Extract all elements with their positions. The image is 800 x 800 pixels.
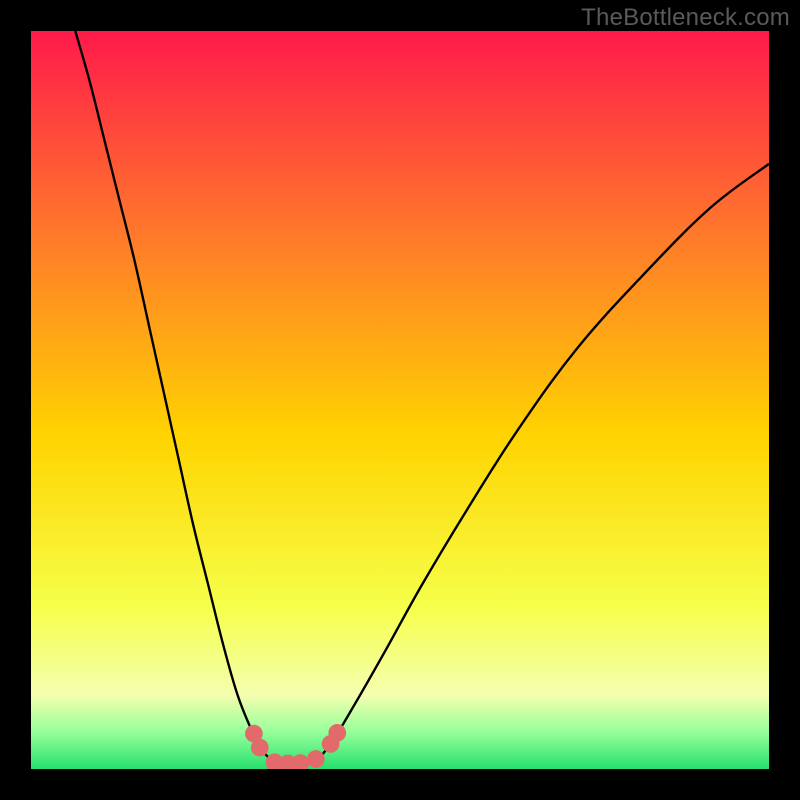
curve-marker xyxy=(328,724,346,742)
chart-frame: TheBottleneck.com xyxy=(0,0,800,800)
plot-area xyxy=(31,31,769,769)
chart-svg xyxy=(31,31,769,769)
curve-marker xyxy=(251,739,269,757)
watermark-text: TheBottleneck.com xyxy=(581,4,790,32)
gradient-background xyxy=(31,31,769,769)
curve-marker xyxy=(307,750,325,768)
